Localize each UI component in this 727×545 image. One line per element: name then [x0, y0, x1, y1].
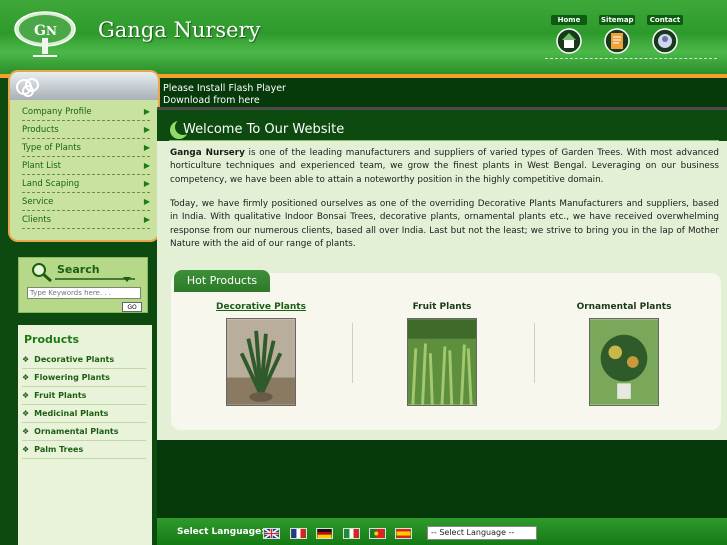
- menu-item-label: Service: [22, 196, 54, 207]
- search-go-button[interactable]: GO: [122, 302, 142, 312]
- footer-bar: Select Language: -- Select Language --: [157, 518, 727, 545]
- product-link-label: Medicinal Plants: [34, 409, 109, 418]
- search-underline: [55, 277, 135, 282]
- product-separator: [534, 323, 535, 383]
- product-link-label: Palm Trees: [34, 445, 84, 454]
- flag-portugal-icon[interactable]: [369, 528, 386, 539]
- brand-title: Ganga Nursery: [98, 18, 261, 42]
- menu-item-label: Company Profile: [22, 106, 92, 117]
- arrow-right-icon: ▶: [143, 143, 150, 152]
- search-box: Search GO: [18, 257, 148, 313]
- menu-item-label: Land Scaping: [22, 178, 80, 189]
- svg-text:G: G: [34, 23, 46, 39]
- menu-item-type-of-plants[interactable]: Type of Plants ▶: [22, 139, 150, 157]
- nav-divider: [545, 58, 717, 59]
- product-link-medicinal-plants[interactable]: ❖ Medicinal Plants: [22, 405, 146, 423]
- site-header: G N Ganga Nursery Home Sitemap Contact: [0, 0, 727, 74]
- product-link-flowering-plants[interactable]: ❖ Flowering Plants: [22, 369, 146, 387]
- arrow-right-icon: ▶: [143, 179, 150, 188]
- magnifier-icon: [32, 263, 52, 283]
- menu-list: Company Profile ▶ Products ▶ Type of Plant…: [10, 100, 158, 229]
- svg-text:N: N: [46, 24, 57, 38]
- arrow-right-icon: ▶: [143, 107, 150, 116]
- arrow-right-icon: ▶: [143, 161, 150, 170]
- menu-item-label: Products: [22, 124, 59, 135]
- menu-item-plant-list[interactable]: Plant List ▶: [22, 157, 150, 175]
- menu-item-land-scaping[interactable]: Land Scaping ▶: [22, 175, 150, 193]
- welcome-heading: Welcome To Our Website: [183, 122, 345, 137]
- flag-uk-icon[interactable]: [263, 528, 280, 539]
- bullet-icon: ❖: [22, 409, 30, 418]
- hot-product-fruit[interactable]: Fruit Plants: [367, 302, 517, 409]
- menu-item-clients[interactable]: Clients ▶: [22, 211, 150, 229]
- flag-germany-icon[interactable]: [316, 528, 333, 539]
- contact-icon[interactable]: [651, 28, 679, 54]
- product-link-label: Flowering Plants: [34, 373, 110, 382]
- hot-product-name[interactable]: Decorative Plants: [186, 302, 336, 314]
- product-link-decorative-plants[interactable]: ❖ Decorative Plants: [22, 351, 146, 369]
- menu-header: [10, 72, 158, 100]
- menu-item-label: Type of Plants: [22, 142, 81, 153]
- bullet-icon: ❖: [22, 391, 30, 400]
- decorative-plant-image[interactable]: [226, 318, 296, 406]
- ornamental-plant-image[interactable]: [589, 318, 659, 406]
- intro-text: is one of the leading manufacturers and …: [170, 148, 720, 185]
- intro-brand: Ganga Nursery: [170, 148, 245, 158]
- arrow-right-icon: ▶: [143, 125, 150, 134]
- menu-item-label: Clients: [22, 214, 52, 225]
- hot-products-tab: Hot Products: [174, 270, 270, 292]
- home-icon[interactable]: [555, 28, 583, 54]
- main-menu: Company Profile ▶ Products ▶ Type of Plant…: [8, 70, 160, 242]
- logo-tree-icon[interactable]: G N: [13, 10, 77, 58]
- search-title: Search: [57, 263, 100, 276]
- nav-contact[interactable]: Contact: [647, 15, 683, 54]
- flag-spain-icon[interactable]: [395, 528, 412, 539]
- hot-product-name[interactable]: Fruit Plants: [367, 302, 517, 314]
- hot-product-ornamental[interactable]: Ornamental Plants: [549, 302, 699, 409]
- fruit-plant-image[interactable]: [407, 318, 477, 406]
- menu-item-products[interactable]: Products ▶: [22, 121, 150, 139]
- menu-item-label: Plant List: [22, 160, 61, 171]
- bullet-icon: ❖: [22, 445, 30, 454]
- bullet-icon: ❖: [22, 373, 30, 382]
- intro-paragraph: Ganga Nursery is one of the leading manu…: [170, 147, 719, 187]
- main-content: Welcome To Our Website Ganga Nursery is …: [157, 110, 727, 440]
- menu-item-company-profile[interactable]: Company Profile ▶: [22, 103, 150, 121]
- flash-install-text: Please Install Flash Player: [163, 83, 286, 94]
- language-select[interactable]: -- Select Language --: [427, 526, 537, 540]
- product-link-ornamental-plants[interactable]: ❖ Ornamental Plants: [22, 423, 146, 441]
- flag-italy-icon[interactable]: [343, 528, 360, 539]
- second-paragraph: Today, we have firmly positioned ourselv…: [170, 199, 719, 250]
- nav-sitemap-label: Sitemap: [599, 15, 635, 25]
- product-link-label: Fruit Plants: [34, 391, 87, 400]
- arrow-right-icon: ▶: [143, 215, 150, 224]
- nav-sitemap[interactable]: Sitemap: [599, 15, 635, 54]
- hot-product-decorative[interactable]: Decorative Plants: [186, 302, 336, 409]
- product-link-fruit-plants[interactable]: ❖ Fruit Plants: [22, 387, 146, 405]
- flash-download-link[interactable]: Download from here: [163, 95, 286, 107]
- bullet-icon: ❖: [22, 355, 30, 364]
- search-input[interactable]: [27, 287, 141, 299]
- hot-product-name[interactable]: Ornamental Plants: [549, 302, 699, 314]
- flag-france-icon[interactable]: [290, 528, 307, 539]
- flash-notice: Please Install Flash Player Download fro…: [163, 83, 286, 107]
- bullet-icon: ❖: [22, 427, 30, 436]
- products-panel-title: Products: [24, 333, 80, 346]
- menu-item-service[interactable]: Service ▶: [22, 193, 150, 211]
- products-panel: Products ❖ Decorative Plants ❖ Flowering P…: [18, 325, 152, 545]
- product-link-label: Ornamental Plants: [34, 427, 119, 436]
- nav-home-label: Home: [551, 15, 587, 25]
- product-link-label: Decorative Plants: [34, 355, 115, 364]
- product-separator: [352, 323, 353, 383]
- arrow-right-icon: ▶: [143, 197, 150, 206]
- language-label: Select Language:: [177, 527, 265, 537]
- products-list: ❖ Decorative Plants ❖ Flowering Plants ❖ Fr…: [22, 351, 146, 459]
- nav-contact-label: Contact: [647, 15, 683, 25]
- hot-products-box: Hot Products Decorative Plants Fruit Pla…: [171, 270, 721, 430]
- sitemap-icon[interactable]: [603, 28, 631, 54]
- nav-home[interactable]: Home: [551, 15, 587, 54]
- product-link-palm-trees[interactable]: ❖ Palm Trees: [22, 441, 146, 459]
- flower-logo-icon: [16, 78, 39, 97]
